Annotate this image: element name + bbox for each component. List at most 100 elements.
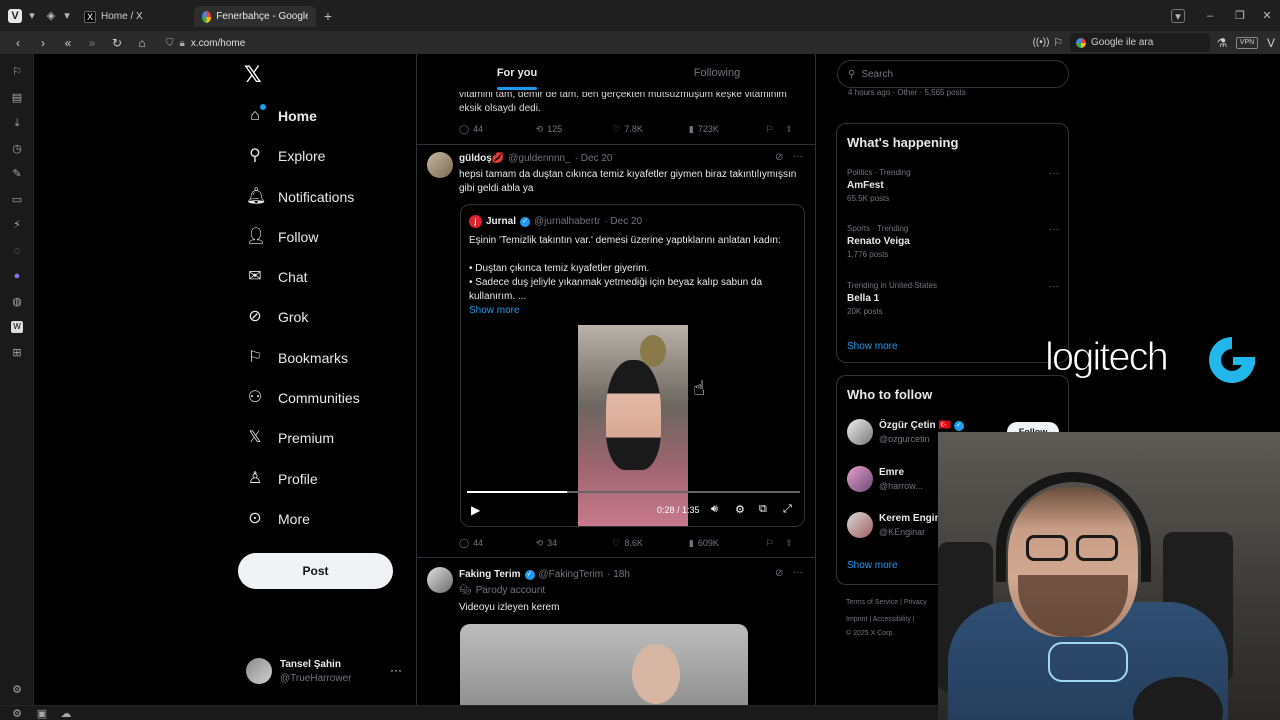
- reply-button[interactable]: ◯ 44: [459, 538, 536, 549]
- nav-grok[interactable]: ⊘ Grok: [246, 304, 308, 330]
- grok-icon[interactable]: ⊘: [775, 568, 783, 579]
- video-player[interactable]: ▶ 0:28 / 1:35 🔊︎ ⚙ ⧉ ⤢: [461, 325, 804, 526]
- chevron-down-icon[interactable]: ▾: [25, 9, 39, 23]
- forward-icon[interactable]: ›: [34, 34, 52, 52]
- show-more-link[interactable]: Show more: [469, 304, 520, 318]
- trend-item[interactable]: Sports · Trending Renato Veiga 1,776 pos…: [847, 224, 1059, 259]
- avatar[interactable]: [427, 152, 453, 178]
- nav-communities[interactable]: ⚇ Communities: [246, 385, 360, 411]
- volume-icon[interactable]: 🔊︎: [711, 503, 718, 516]
- footer-links[interactable]: Imprint | Accessibility |: [846, 616, 915, 623]
- tab-google[interactable]: Fenerbahçe - Google'da Ar: [194, 6, 316, 27]
- add-panel-icon[interactable]: ⊞: [11, 347, 23, 359]
- web-panel-icon[interactable]: ◍: [11, 296, 23, 308]
- nav-bookmarks[interactable]: ⚐ Bookmarks: [246, 345, 348, 371]
- search-input[interactable]: ⚲ Search: [837, 60, 1069, 88]
- nav-notifications[interactable]: 🔔︎ Notifications: [246, 184, 354, 210]
- browser-search-field[interactable]: Google ile ara: [1070, 33, 1210, 52]
- bookmarks-panel-icon[interactable]: ⚐: [11, 66, 23, 78]
- notes-icon[interactable]: ✎: [11, 168, 23, 180]
- bookmark-icon[interactable]: ⚐: [1049, 34, 1067, 52]
- chevron-down-icon[interactable]: ▾: [60, 9, 74, 23]
- author-handle[interactable]: @FakingTerim: [539, 569, 604, 580]
- settings-gear-icon[interactable]: ⚙: [11, 684, 23, 696]
- nav-explore[interactable]: ⚲ Explore: [246, 143, 325, 169]
- views-button[interactable]: ▮ 723K: [689, 124, 766, 135]
- address-bar[interactable]: ⛉ 🔒︎ x.com/home: [160, 34, 1040, 52]
- video-progress-bar[interactable]: [467, 491, 800, 493]
- nav-follow[interactable]: 👤︎ Follow: [246, 224, 318, 250]
- more-dots-icon[interactable]: ···: [390, 663, 402, 677]
- rewind-icon[interactable]: «: [59, 34, 77, 52]
- downloads-icon[interactable]: ⤓: [11, 117, 23, 129]
- nav-chat[interactable]: ✉ Chat: [246, 264, 307, 290]
- tweet-date[interactable]: · Dec 20: [575, 153, 613, 164]
- bookmark-button[interactable]: ⚐: [766, 124, 780, 135]
- more-dots-icon[interactable]: ···: [1049, 224, 1059, 235]
- tab-for-you[interactable]: For you: [417, 54, 617, 92]
- workspaces-icon[interactable]: ◈: [44, 9, 58, 23]
- share-button[interactable]: ⇪: [785, 124, 799, 135]
- fullscreen-icon[interactable]: ⤢: [783, 503, 792, 516]
- vivaldi-menu-icon[interactable]: V: [8, 9, 22, 23]
- author-handle[interactable]: @guldennnn_: [508, 153, 570, 164]
- vpn-button[interactable]: VPN: [1236, 37, 1258, 49]
- author-name[interactable]: güldoş💋: [459, 153, 504, 164]
- tab-home-x[interactable]: X Home / X: [76, 6, 192, 27]
- settings-gear-icon[interactable]: ⚙: [735, 503, 745, 516]
- tweet-media[interactable]: [460, 624, 748, 705]
- close-icon[interactable]: ✕: [1260, 9, 1274, 23]
- reply-button[interactable]: ◯ 44: [459, 124, 536, 135]
- vivaldi-icon[interactable]: V: [1262, 34, 1280, 52]
- picture-in-picture-icon[interactable]: ⧉: [759, 503, 767, 516]
- broadcast-icon[interactable]: ((•)): [1032, 34, 1050, 52]
- post-button[interactable]: Post: [238, 553, 393, 589]
- avatar[interactable]: [427, 567, 453, 593]
- reading-list-icon[interactable]: ▤: [11, 92, 23, 104]
- like-button[interactable]: ♡ 7.8K: [612, 124, 689, 135]
- extensions-icon[interactable]: ⚗: [1213, 34, 1231, 52]
- history-icon[interactable]: ◷: [11, 143, 23, 155]
- panel-toggle-icon[interactable]: ▣: [36, 708, 48, 720]
- cloud-sync-icon[interactable]: ☁: [60, 708, 72, 720]
- mastodon-icon[interactable]: ●: [11, 270, 23, 282]
- nav-home[interactable]: ⌂ Home: [246, 103, 317, 129]
- quoted-tweet[interactable]: j Jurnal ✓ @jurnalhabertr · Dec 20 Eşini…: [460, 204, 805, 527]
- maximize-icon[interactable]: ❐: [1233, 9, 1247, 23]
- more-dots-icon[interactable]: ···: [1049, 168, 1059, 179]
- chat-panel-icon[interactable]: ◌: [11, 245, 23, 257]
- x-logo-icon[interactable]: 𝕏: [244, 63, 268, 87]
- trend-item[interactable]: Politics · Trending AmFest 65.5K posts ·…: [847, 168, 1059, 203]
- grok-icon[interactable]: ⊘: [775, 152, 783, 163]
- tweet-date[interactable]: · 18h: [607, 569, 630, 580]
- back-icon[interactable]: ‹: [9, 34, 27, 52]
- tab-following[interactable]: Following: [617, 54, 815, 92]
- fast-forward-icon[interactable]: »: [83, 34, 101, 52]
- author-name[interactable]: Faking Terim: [459, 569, 521, 580]
- more-dots-icon[interactable]: ···: [793, 567, 803, 578]
- more-dots-icon[interactable]: ···: [1049, 281, 1059, 292]
- nav-more[interactable]: ⊙ More: [246, 506, 310, 532]
- minimize-icon[interactable]: –: [1203, 9, 1217, 23]
- settings-gear-icon[interactable]: ⚙: [11, 708, 23, 720]
- views-button[interactable]: ▮ 609K: [689, 538, 766, 549]
- new-tab-button[interactable]: +: [321, 9, 335, 23]
- nav-premium[interactable]: 𝕏 Premium: [246, 425, 334, 451]
- wikipedia-icon[interactable]: W: [11, 321, 23, 333]
- more-dots-icon[interactable]: ···: [793, 151, 803, 162]
- like-button[interactable]: ♡ 8.6K: [612, 538, 689, 549]
- repost-button[interactable]: ⟲ 125: [536, 124, 613, 135]
- show-more-link[interactable]: Show more: [847, 341, 898, 352]
- trend-item[interactable]: Trending in United States Bella 1 20K po…: [847, 281, 1059, 316]
- nav-profile[interactable]: ♙ Profile: [246, 466, 318, 492]
- tab-list-icon[interactable]: ▾: [1171, 9, 1185, 23]
- share-button[interactable]: ⇪: [785, 538, 799, 549]
- show-more-link[interactable]: Show more: [847, 560, 898, 571]
- footer-links[interactable]: Terms of Service | Privacy: [846, 599, 927, 606]
- account-switcher[interactable]: Tansel Şahin @TrueHarrower ···: [246, 655, 406, 687]
- bookmark-button[interactable]: ⚐: [766, 538, 780, 549]
- translate-icon[interactable]: ⚡: [11, 219, 23, 231]
- repost-button[interactable]: ⟲ 34: [536, 538, 613, 549]
- play-icon[interactable]: ▶: [471, 503, 480, 517]
- window-panel-icon[interactable]: ▭: [11, 194, 23, 206]
